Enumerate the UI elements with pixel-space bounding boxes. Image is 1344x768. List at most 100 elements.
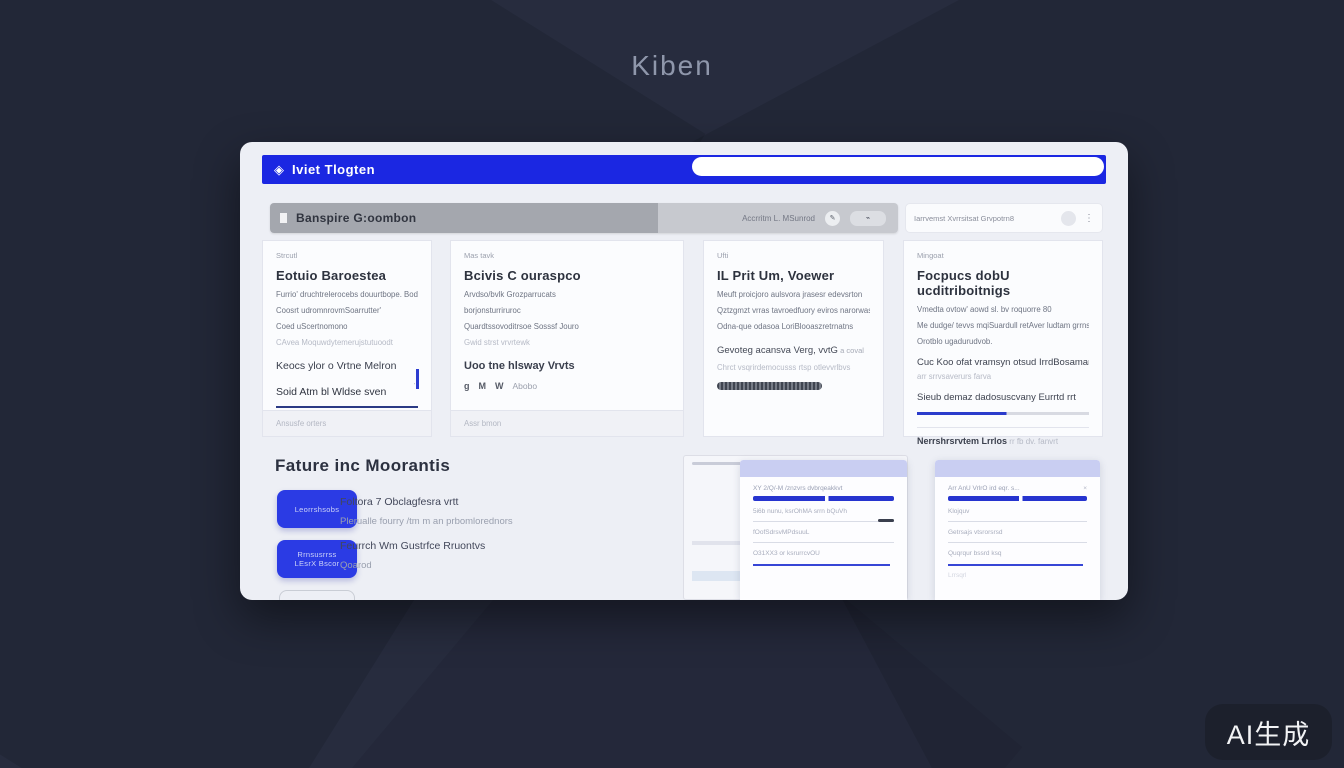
toggle-switch[interactable] bbox=[1061, 211, 1076, 226]
preview-progress-bar bbox=[948, 496, 1087, 501]
preview-divider bbox=[753, 542, 894, 543]
column-text-muted: Chrct vsqrirdemocusss rtsp otlevvrlbvs bbox=[717, 363, 870, 372]
feature-column-4: Mingoat Focpucs dobU ucditriboitnigs Vme… bbox=[903, 240, 1103, 437]
field-caret-icon: ˙ bbox=[414, 384, 416, 391]
column-text-muted: arr srrvsaverurs farva bbox=[917, 372, 1089, 381]
column-title: Bcivis C ouraspco bbox=[464, 268, 670, 283]
preview-title: Arr AnU VrlrO ird eqr. s... × bbox=[948, 485, 1087, 492]
column-footer: Ansusfe orters bbox=[263, 410, 431, 436]
column-text: Quardtssovoditrsoe Sosssf Jouro bbox=[464, 322, 670, 331]
search-bar[interactable]: Banspire G:oombon Accrritm L. MSunrod ✎ … bbox=[270, 203, 898, 233]
column-label: Mas tavk bbox=[464, 251, 670, 260]
preview-divider bbox=[753, 521, 894, 522]
feature-item-desc: Plerualle fourry /tm m an prbomlorednors bbox=[340, 516, 513, 527]
feature-item-title: Feurrch Wm Gustrfce Rruontvs bbox=[340, 540, 485, 552]
column-subtitle: Keocs ylor o Vrtne Melron bbox=[276, 360, 418, 372]
preview-text: Getrsajs vtsrorsrsd bbox=[948, 529, 1087, 536]
column-text: Orotblo ugadurudvob. bbox=[917, 337, 1089, 346]
search-value: Banspire G:oombon bbox=[296, 211, 416, 225]
preview-text: Quqrqur bssrd ksq bbox=[948, 550, 1087, 557]
column-text: Arvdso/bvlk Grozparrucats bbox=[464, 290, 670, 299]
column-text: Furrio' druchtrelerocebs douurtbope. Bod… bbox=[276, 290, 418, 299]
mini-action-button[interactable]: ⌁ bbox=[850, 211, 886, 226]
search-meta-text: Accrritm L. MSunrod bbox=[742, 214, 815, 223]
field-value: Soid Atm bl Wldse sven bbox=[276, 386, 386, 398]
favicon-icon bbox=[280, 213, 287, 223]
preview-text-faint: Lrrsqrl bbox=[948, 572, 1087, 579]
app-icon-m[interactable]: M bbox=[479, 381, 487, 391]
edit-button[interactable]: ✎ bbox=[825, 211, 840, 226]
preview-title: XY 2/Q/-M /znzvrs dvbrqeakkvt bbox=[753, 485, 894, 492]
preview-header-band bbox=[740, 460, 907, 477]
feature-item-desc: Qoarod bbox=[340, 560, 372, 571]
feature-item-title: Foltora 7 Obclagfesra vrtt bbox=[340, 496, 458, 508]
preview-blue-line bbox=[753, 564, 890, 566]
column-label: Ufti bbox=[717, 251, 870, 260]
column-text-muted: CAvea Moquwdytemerujstutuoodt bbox=[276, 338, 418, 347]
column-text: Odna-que odasoa LoriBlooaszretrnatns bbox=[717, 322, 870, 331]
footer-strong-text: Nerrshrsrvtem Lrrlos bbox=[917, 436, 1007, 446]
column-text: Me dudge/ tevvs mqiSuardull retAver ludt… bbox=[917, 321, 1089, 330]
progress-bar bbox=[917, 412, 1089, 415]
column-text: Qztzgmzt vrras tavroedfuory eviros naror… bbox=[717, 306, 870, 315]
preview-text: O31XX3 or ksrurrcvOU bbox=[753, 550, 894, 557]
search-toolbar-right: Accrritm L. MSunrod ✎ ⌁ bbox=[658, 203, 898, 233]
column-title: Focpucs dobU ucditriboitnigs bbox=[917, 268, 1089, 298]
text-field[interactable]: Soid Atm bl Wldse sven ˙ bbox=[276, 386, 418, 408]
feature-column-2: Mas tavk Bcivis C ouraspco Arvdso/bvlk G… bbox=[450, 240, 684, 437]
column-text: Coed uScertnomono bbox=[276, 322, 418, 331]
column-subtitle: Uoo tne hlsway Vrvts bbox=[464, 360, 670, 372]
column-strong-text: Cuc Koo ofat vramsyn otsud IrrdBosamarsr… bbox=[917, 357, 1089, 368]
column-subtitle-suffix: a coval bbox=[840, 346, 864, 355]
footer-muted-text: rr fb dv. fanvrt bbox=[1009, 437, 1058, 446]
close-icon[interactable]: × bbox=[1083, 485, 1087, 492]
button-label-line1: Rrnsusrrss bbox=[297, 550, 336, 559]
column-label: Strcutl bbox=[276, 251, 418, 260]
app-icon-g[interactable]: g bbox=[464, 381, 470, 391]
search-input[interactable]: Banspire G:oombon bbox=[270, 203, 658, 233]
feature-button-3-ghost[interactable] bbox=[279, 590, 355, 600]
column-text: Vmedta ovtow' aowd sl. bv roquorre 80 bbox=[917, 305, 1089, 314]
button-label-line2: LEsrX Bscor bbox=[295, 559, 340, 568]
column-text: borjonsturriruroc bbox=[464, 306, 670, 315]
brand-logo: Kiben bbox=[0, 50, 1344, 82]
features-heading: Fature inc Moorantis bbox=[275, 456, 450, 476]
app-window: ◈ Iviet Tlogten Banspire G:oombon Accrri… bbox=[240, 142, 1128, 600]
column-text: Coosrt udromnrovmSoarrutter' bbox=[276, 306, 418, 315]
preview-text: fOofSdrsvMPdsuuL bbox=[753, 529, 894, 536]
button-label: Leorrshsobs bbox=[295, 505, 340, 514]
preview-progress-bar bbox=[753, 496, 894, 501]
column-title: IL Prit Um, Voewer bbox=[717, 268, 870, 283]
feature-column-3: Ufti IL Prit Um, Voewer Meuft proicjoro … bbox=[703, 240, 884, 437]
preview-divider bbox=[948, 521, 1087, 522]
diamond-icon: ◈ bbox=[274, 162, 284, 178]
settings-label: Iarrvemst Xvrrsitsat Grvpotrn8 bbox=[914, 214, 1053, 223]
preview-text: Klojquv bbox=[948, 508, 1087, 515]
timeline-scrubber[interactable] bbox=[717, 382, 822, 390]
preview-text: 5i6b nunu, ksrOhMA srrn bQuVh bbox=[753, 508, 894, 515]
column-label: Mingoat bbox=[917, 251, 1089, 260]
preview-card-1: XY 2/Q/-M /znzvrs dvbrqeakkvt 5i6b nunu,… bbox=[740, 460, 907, 600]
ai-generated-watermark: AI生成 bbox=[1205, 704, 1332, 760]
titlebar-tab[interactable] bbox=[692, 157, 1104, 176]
kebab-menu-icon[interactable]: ⋮ bbox=[1084, 213, 1094, 224]
column-text: Meuft proicjoro aulsvora jrasesr edevsrt… bbox=[717, 290, 870, 299]
preview-card-2: Arr AnU VrlrO ird eqr. s... × Klojquv Ge… bbox=[935, 460, 1100, 600]
app-icon-w[interactable]: W bbox=[495, 381, 504, 391]
preview-blue-line bbox=[948, 564, 1083, 566]
settings-box: Iarrvemst Xvrrsitsat Grvpotrn8 ⋮ bbox=[905, 203, 1103, 233]
column-subtitle-row: Gevoteg acansva Verg, vvtG a coval bbox=[717, 345, 870, 356]
field-value[interactable]: Sieub demaz dadosuscvany Eurrtd rrt bbox=[917, 392, 1089, 403]
app-icons-label: Abobo bbox=[513, 381, 538, 391]
window-title: Iviet Tlogten bbox=[292, 162, 375, 177]
column-subtitle: Gevoteg acansva Verg, vvtG bbox=[717, 345, 838, 356]
preview-divider bbox=[948, 542, 1087, 543]
column-title: Eotuio Baroestea bbox=[276, 268, 418, 283]
window-titlebar: ◈ Iviet Tlogten bbox=[262, 155, 1106, 184]
feature-column-1: Strcutl Eotuio Baroestea Furrio' druchtr… bbox=[262, 240, 432, 437]
app-icons-row: g M W Abobo bbox=[464, 381, 670, 391]
preview-header-band bbox=[935, 460, 1100, 477]
column-footer: Nerrshrsrvtem Lrrlos rr fb dv. fanvrt bbox=[917, 427, 1089, 446]
column-text-muted: Gwid strst vrvrtewk bbox=[464, 338, 670, 347]
preview-dash bbox=[878, 519, 894, 522]
